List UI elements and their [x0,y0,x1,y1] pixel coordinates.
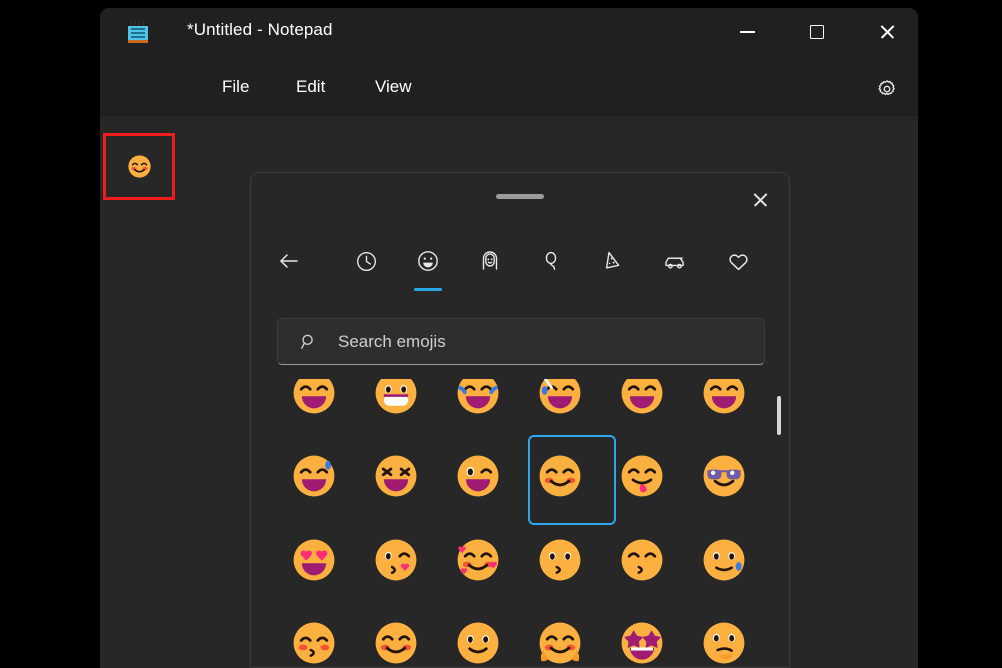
emoji-slightly-smiling-face[interactable] [437,602,519,668]
close-window-button[interactable] [864,8,910,56]
emoji-winking-face[interactable] [437,435,519,519]
emoji-face-blowing-a-kiss[interactable] [355,518,437,602]
close-picker-button[interactable] [743,184,777,216]
maximize-button[interactable] [794,8,840,56]
vertical-scrollbar[interactable] [777,385,781,663]
rolling-on-the-floor-laughing-glyph [619,379,665,416]
search-emojis-field[interactable]: Search emojis [277,318,765,365]
emoji-face-with-sweat-smile[interactable] [683,518,765,602]
smiling-face-with-sunglasses-glyph [701,453,747,499]
gear-icon [876,78,898,100]
screen: *Untitled - Notepad File Edit View [0,0,1002,668]
minimize-icon [740,31,755,33]
smiling-face-with-smiling-eyes-emoji [127,154,152,179]
winking-face-glyph [455,453,501,499]
thinking-face-glyph [701,620,747,666]
clock-icon [355,250,378,273]
inserted-emoji-highlight [103,133,175,200]
notepad-icon [127,21,149,45]
tab-symbols[interactable] [716,235,760,287]
emoji-smiling-face-with-open-hands[interactable] [519,602,601,668]
face-with-tear-of-joy-glyph [537,379,583,416]
kissing-face-closed-eyes-glyph [619,537,665,583]
emoji-row [273,602,773,668]
emoji-kissing-face-smiling-eyes[interactable] [273,602,355,668]
heart-icon [726,249,751,274]
smiling-face-with-open-hands-glyph [537,620,583,666]
close-icon [879,24,895,40]
emoji-kissing-face-closed-eyes[interactable] [601,518,683,602]
title-bar: *Untitled - Notepad [100,8,918,56]
emoji-smiling-face-with-hearts[interactable] [437,518,519,602]
tab-travel[interactable] [654,235,698,287]
menu-item-view[interactable]: View [375,77,412,97]
maximize-icon [810,25,824,39]
tab-selected-indicator [414,288,442,292]
emoji-grinning-face-big-eyes[interactable] [355,379,437,435]
menu-item-file[interactable]: File [222,77,249,97]
smiling-face-with-smiling-eyes-glyph [537,453,583,499]
grinning-face-with-sweat-glyph [291,453,337,499]
search-placeholder: Search emojis [338,332,446,352]
back-button[interactable] [267,235,311,287]
face-blowing-a-kiss-glyph [373,537,419,583]
smiling-face-blush-glyph [373,620,419,666]
smiley-icon [416,249,440,273]
tab-people[interactable] [468,235,512,287]
emoji-picker-panel: Search emojis [250,172,790,668]
car-icon [663,249,689,273]
drag-handle[interactable] [496,194,544,199]
smiling-face-with-heart-eyes-glyph [291,537,337,583]
tab-recent[interactable] [344,235,388,287]
smiling-face-with-hearts-glyph [455,537,501,583]
slightly-smiling-face-glyph [455,620,501,666]
emoji-rolling-on-the-floor-laughing[interactable] [601,379,683,435]
emoji-row [273,435,773,519]
emoji-smiling-face-blush[interactable] [355,602,437,668]
squinting-face-with-laugh-glyph [373,453,419,499]
tab-celebration[interactable] [530,235,574,287]
emoji-grinning-face-with-sweat[interactable] [273,435,355,519]
pizza-icon [602,249,626,273]
scrollbar-thumb[interactable] [777,396,781,435]
back-arrow-icon [277,249,301,273]
settings-button[interactable] [872,74,902,104]
category-tabs [251,235,789,293]
emoji-squinting-face-with-laugh[interactable] [355,435,437,519]
kissing-face-glyph [537,537,583,583]
minimize-button[interactable] [724,8,770,56]
face-with-sweat-smile-glyph [701,537,747,583]
emoji-star-struck[interactable] [601,602,683,668]
window-title: *Untitled - Notepad [187,20,333,40]
emoji-face-with-tear-of-joy[interactable] [519,379,601,435]
menu-item-edit[interactable]: Edit [296,77,325,97]
grinning-face-glyph [701,379,747,416]
emoji-smiling-face-with-heart-eyes[interactable] [273,518,355,602]
menu-bar: File Edit View [100,56,918,118]
grinning-face-big-eyes-glyph [373,379,419,416]
grinning-squinting-face-glyph [291,379,337,416]
emoji-laughing-tears-of-joy[interactable] [437,379,519,435]
tab-emoji[interactable] [406,235,450,287]
search-icon [300,333,318,351]
emoji-kissing-face[interactable] [519,518,601,602]
emoji-grid-viewport[interactable] [251,379,790,668]
star-struck-glyph [619,620,665,666]
emoji-grinning-face[interactable] [683,379,765,435]
emoji-smiling-face-with-sunglasses[interactable] [683,435,765,519]
person-icon [478,249,502,273]
emoji-face-savoring-food[interactable] [601,435,683,519]
emoji-row [273,518,773,602]
tab-food[interactable] [592,235,636,287]
emoji-grid [273,379,773,668]
kissing-face-smiling-eyes-glyph [291,620,337,666]
face-savoring-food-glyph [619,453,665,499]
balloon-icon [540,249,564,273]
close-icon [752,192,768,208]
emoji-row [273,379,773,435]
emoji-thinking-face[interactable] [683,602,765,668]
emoji-grinning-squinting-face[interactable] [273,379,355,435]
laughing-tears-of-joy-glyph [455,379,501,416]
emoji-smiling-face-with-smiling-eyes[interactable] [519,435,601,519]
